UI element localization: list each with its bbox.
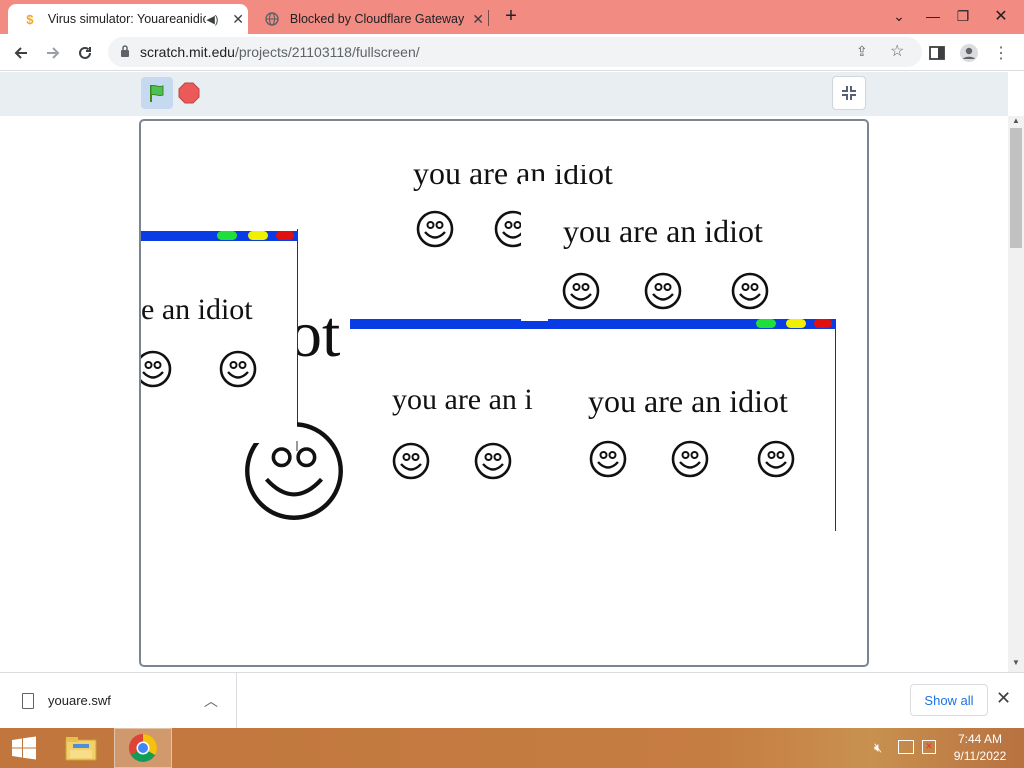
file-icon xyxy=(22,692,34,709)
close-tab-icon[interactable]: ✕ xyxy=(468,9,488,29)
clock-time: 7:44 AM xyxy=(957,732,1003,746)
smiley-icon xyxy=(757,440,795,478)
smiley-icon xyxy=(671,440,709,478)
smiley-icon xyxy=(141,350,172,388)
globe-icon xyxy=(264,11,280,27)
back-arrow-icon xyxy=(14,47,27,59)
close-download-bar-icon[interactable]: ✕ xyxy=(996,688,1011,709)
network-icon[interactable] xyxy=(898,740,914,754)
exit-fullscreen-button[interactable] xyxy=(832,76,866,110)
smiley-icon xyxy=(219,350,257,388)
smiley-icon xyxy=(589,440,627,478)
address-bar[interactable]: scratch.mit.edu/projects/21103118/fullsc… xyxy=(108,37,922,67)
side-panel-button[interactable] xyxy=(922,38,952,68)
stop-sign-icon xyxy=(178,82,200,104)
reload-icon xyxy=(79,46,91,59)
scratch-controls-bar xyxy=(0,72,1008,116)
scratch-stage[interactable]: you are an idiot ot e an idiot you are a… xyxy=(139,119,869,667)
download-filename: youare.swf xyxy=(48,693,111,708)
windows-logo-icon xyxy=(12,736,36,760)
url-host: scratch.mit.edu xyxy=(140,44,235,60)
windows-taskbar: 🔇︎ ✕ 7:44 AM 9/11/2022 xyxy=(0,728,1024,768)
green-flag-button[interactable] xyxy=(141,77,173,109)
scratch-favicon-icon: $ xyxy=(26,11,34,27)
profile-avatar-icon xyxy=(960,44,978,62)
tab-title: Blocked by Cloudflare Gateway xyxy=(289,12,465,26)
url-path: /projects/21103118/fullscreen/ xyxy=(234,44,420,60)
smiley-icon xyxy=(392,442,430,480)
action-center-icon[interactable]: ✕ xyxy=(922,740,936,754)
share-icon[interactable]: ⇪ xyxy=(856,43,868,60)
back-button[interactable] xyxy=(6,38,36,68)
tab-strip: $ Virus simulator: Youareanidiot ◀︎) ✕ B… xyxy=(0,0,1024,34)
menu-button[interactable]: ⋮ xyxy=(986,38,1016,68)
overwrite-patch xyxy=(521,181,551,251)
speaker-icon[interactable]: ◀︎) xyxy=(206,13,222,26)
stop-button[interactable] xyxy=(178,82,200,104)
file-explorer-icon xyxy=(65,737,97,761)
scroll-down-arrow-icon[interactable]: ▼ xyxy=(1012,658,1020,667)
browser-toolbar: scratch.mit.edu/projects/21103118/fullsc… xyxy=(0,34,1024,71)
smiley-icon xyxy=(562,272,600,310)
smiley-icon xyxy=(731,272,769,310)
smiley-icon xyxy=(416,210,454,248)
tab-search-chevron-icon[interactable]: ⌄ xyxy=(882,0,916,32)
show-all-button[interactable]: Show all xyxy=(910,684,988,716)
tab-title: Virus simulator: Youareanidiot xyxy=(47,12,207,26)
green-flag-icon xyxy=(150,84,164,102)
tab-virus-simulator[interactable]: $ Virus simulator: Youareanidiot ◀︎) ✕ xyxy=(8,4,248,34)
exit-fullscreen-icon xyxy=(842,86,856,100)
file-explorer-button[interactable] xyxy=(58,728,104,768)
new-tab-button[interactable]: + xyxy=(494,0,528,32)
close-window-button[interactable]: ✕ xyxy=(984,0,1018,32)
scroll-up-arrow-icon[interactable]: ▲ xyxy=(1012,116,1020,125)
tab-blocked[interactable]: Blocked by Cloudflare Gateway ✕ xyxy=(250,4,488,34)
start-button[interactable] xyxy=(4,728,44,768)
forward-arrow-icon xyxy=(47,47,60,59)
side-panel-icon xyxy=(929,46,945,60)
minimize-button[interactable]: — xyxy=(916,0,950,32)
smiley-icon xyxy=(644,272,682,310)
bookmark-star-icon[interactable]: ☆ xyxy=(890,41,904,61)
reload-button[interactable] xyxy=(70,38,100,68)
chrome-taskbar-button[interactable] xyxy=(114,728,172,768)
download-item[interactable]: youare.swf ︿ xyxy=(0,673,237,728)
volume-muted-icon[interactable]: 🔇︎ xyxy=(874,740,882,756)
smiley-layer xyxy=(141,210,795,520)
forward-button[interactable] xyxy=(38,38,68,68)
lock-icon[interactable] xyxy=(120,44,130,60)
chrome-icon xyxy=(129,734,157,762)
close-tab-icon[interactable]: ✕ xyxy=(228,9,248,29)
chevron-up-icon[interactable]: ︿ xyxy=(204,691,218,711)
page-scrollbar[interactable]: ▲ ▼ xyxy=(1008,116,1024,672)
url-text: scratch.mit.edu/projects/21103118/fullsc… xyxy=(140,44,420,60)
profile-button[interactable] xyxy=(954,38,984,68)
clock-date: 9/11/2022 xyxy=(953,749,1007,763)
scrollbar-thumb[interactable] xyxy=(1010,128,1022,248)
download-bar: youare.swf ︿ Show all ✕ xyxy=(0,672,1024,728)
restore-button[interactable]: ❐ xyxy=(946,0,980,32)
tab-separator xyxy=(488,10,489,26)
smiley-icon xyxy=(474,442,512,480)
taskbar-clock[interactable]: 7:44 AM 9/11/2022 xyxy=(948,731,1012,765)
